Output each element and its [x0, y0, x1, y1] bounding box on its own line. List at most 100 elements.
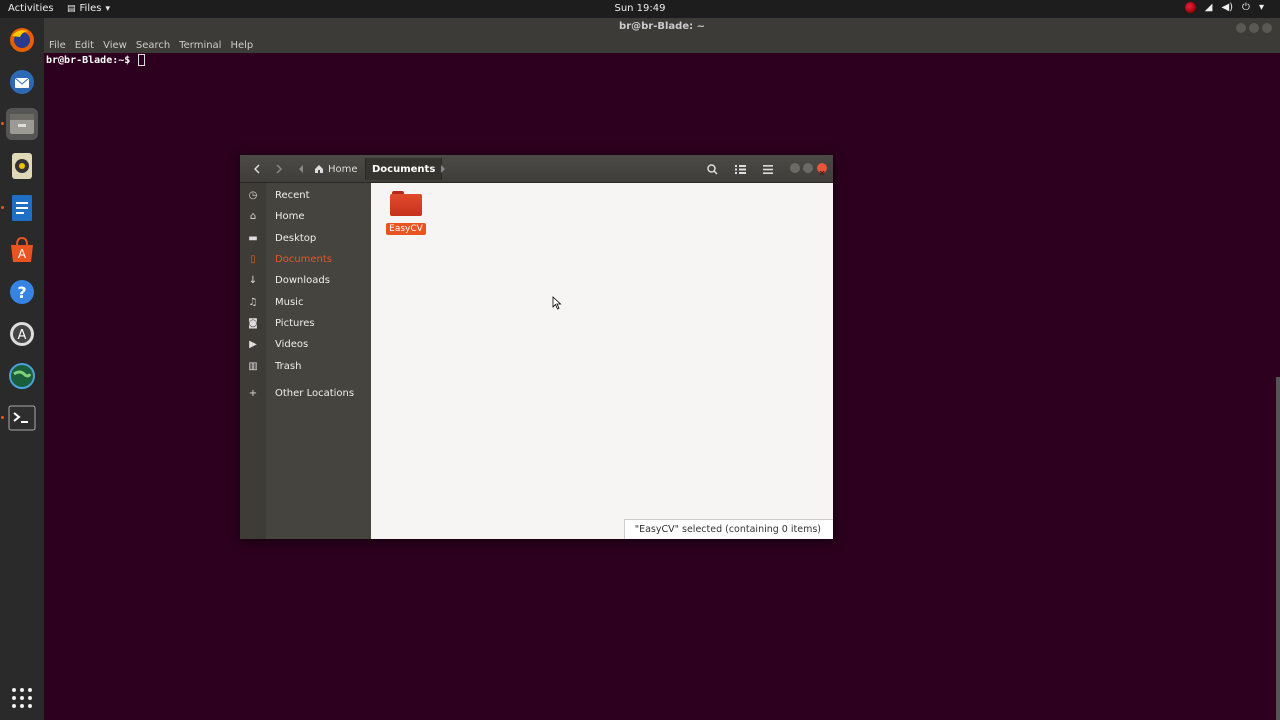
record-icon[interactable] — [1184, 2, 1196, 13]
sidebar-item-label: Trash — [275, 361, 302, 372]
folder-item[interactable]: EasyCV — [386, 191, 426, 235]
folder-name: EasyCV — [386, 223, 426, 235]
download-icon: ↓ — [248, 275, 258, 286]
sidebar-item-trash[interactable]: ▥ Trash — [240, 356, 371, 377]
sidebar-item-label: Music — [275, 297, 304, 308]
menu-edit[interactable]: Edit — [75, 40, 94, 51]
terminal-icon[interactable] — [6, 402, 38, 434]
sidebar-item-label: Home — [275, 211, 305, 222]
sidebar-item-home[interactable]: ⌂ Home — [240, 206, 371, 227]
files-window: Home Documents ◷ Recent ⌂ Home ▬ Desktop… — [240, 155, 833, 539]
breadcrumb-current-label: Documents — [372, 163, 436, 175]
svg-text:A: A — [18, 247, 27, 261]
app-menu[interactable]: ▤ Files ▾ — [67, 3, 110, 14]
sidebar-item-label: Recent — [275, 190, 310, 201]
running-indicator — [1, 122, 4, 125]
trash-icon: ▥ — [248, 361, 258, 372]
text-cursor — [138, 54, 146, 66]
folder-icon — [390, 191, 422, 216]
maximize-button[interactable] — [1249, 23, 1259, 33]
breadcrumb-home[interactable]: Home — [308, 158, 364, 180]
sidebar-item-label: Downloads — [275, 275, 330, 286]
breadcrumb-left-arrow[interactable] — [296, 159, 306, 179]
close-icon — [819, 170, 825, 176]
sidebar-item-documents[interactable]: ▯ Documents — [240, 249, 371, 270]
breadcrumb-home-label: Home — [328, 163, 358, 175]
places-sidebar: ◷ Recent ⌂ Home ▬ Desktop ▯ Documents ↓ Downl… — [240, 183, 371, 539]
minimize-button[interactable] — [790, 163, 800, 173]
terminal-menubar: File Edit View Search Terminal Help — [44, 38, 1280, 53]
thunderbird-icon[interactable] — [6, 66, 38, 98]
breadcrumb-documents[interactable]: Documents — [365, 158, 443, 180]
forward-button[interactable] — [270, 159, 288, 179]
sidebar-item-label: Other Locations — [275, 388, 355, 399]
terminal-titlebar: br@br-Blade: ~ — [44, 18, 1280, 38]
sidebar-item-label: Videos — [275, 339, 309, 350]
close-button[interactable] — [1262, 23, 1272, 33]
svg-text:?: ? — [17, 283, 26, 302]
files-icon: ▤ — [67, 3, 76, 14]
running-indicator — [1, 206, 4, 209]
sidebar-item-label: Pictures — [275, 318, 315, 329]
sidebar-item-label: Desktop — [275, 233, 317, 244]
maximize-button[interactable] — [803, 163, 813, 173]
search-icon — [706, 163, 718, 175]
triangle-left-icon — [299, 165, 303, 173]
chevron-right-icon — [276, 164, 283, 174]
chevron-down-icon: ▾ — [1258, 2, 1264, 13]
activities-button[interactable]: Activities — [8, 3, 54, 14]
video-icon: ▶ — [249, 339, 257, 350]
view-options-button[interactable] — [730, 159, 750, 179]
terminal-prompt: br@br-Blade:~$ — [46, 54, 146, 66]
window-controls — [1236, 23, 1272, 33]
music-icon: ♫ — [248, 297, 258, 308]
back-button[interactable] — [248, 159, 266, 179]
status-text: "EasyCV" selected (containing 0 items) — [634, 524, 821, 535]
home-icon: ⌂ — [249, 211, 257, 222]
software-icon[interactable]: A — [6, 234, 38, 266]
menu-terminal[interactable]: Terminal — [179, 40, 221, 51]
sidebar-item-videos[interactable]: ▶ Videos — [240, 334, 371, 355]
help-icon[interactable]: ? — [6, 276, 38, 308]
sidebar-item-label: Documents — [275, 254, 333, 265]
sidebar-item-music[interactable]: ♫ Music — [240, 292, 371, 313]
running-indicator — [1, 416, 4, 419]
prompt-text: br@br-Blade:~$ — [46, 55, 131, 66]
menu-help[interactable]: Help — [230, 40, 253, 51]
grid-icon[interactable] — [6, 682, 38, 714]
chevron-left-icon — [253, 164, 260, 174]
hamburger-icon — [763, 164, 773, 174]
minimize-button[interactable] — [1236, 23, 1246, 33]
files-icon[interactable] — [6, 108, 38, 140]
sidebar-item-pictures[interactable]: ◙ Pictures — [240, 313, 371, 334]
updater-icon[interactable]: A — [6, 318, 38, 350]
sidebar-item-recent[interactable]: ◷ Recent — [240, 185, 371, 206]
sidebar-item-downloads[interactable]: ↓ Downloads — [240, 270, 371, 291]
folder-icon: ▬ — [248, 233, 258, 244]
firefox-icon[interactable] — [6, 24, 38, 56]
terminal-title: br@br-Blade: ~ — [619, 21, 705, 32]
close-button[interactable] — [817, 163, 827, 176]
terminal-scrollbar[interactable] — [1276, 377, 1280, 720]
top-bar: Activities ▤ Files ▾ Sun 19:49 ◢ ◀) ⏻ ▾ — [0, 0, 1280, 18]
menu-search[interactable]: Search — [136, 40, 170, 51]
rhythmbox-icon[interactable] — [6, 150, 38, 182]
sidebar-item-other-locations[interactable]: + Other Locations — [240, 383, 371, 404]
wifi-icon: ◢ — [1204, 2, 1213, 13]
writer-icon[interactable] — [6, 192, 38, 224]
clock[interactable]: Sun 19:49 — [0, 3, 1280, 14]
file-view[interactable]: EasyCV "EasyCV" selected (containing 0 i… — [371, 183, 833, 539]
files-headerbar: Home Documents — [240, 155, 833, 183]
menu-button[interactable] — [758, 159, 778, 179]
search-button[interactable] — [702, 159, 722, 179]
plus-icon: + — [248, 388, 258, 399]
sidebar-item-desktop[interactable]: ▬ Desktop — [240, 228, 371, 249]
document-icon: ▯ — [250, 254, 256, 265]
menu-file[interactable]: File — [49, 40, 66, 51]
globe-icon[interactable] — [6, 360, 38, 392]
system-tray[interactable]: ◢ ◀) ⏻ ▾ — [1184, 2, 1264, 13]
menu-view[interactable]: View — [103, 40, 127, 51]
camera-icon: ◙ — [248, 318, 258, 329]
breadcrumb-right-arrow[interactable] — [438, 159, 448, 179]
triangle-right-icon — [441, 165, 445, 173]
